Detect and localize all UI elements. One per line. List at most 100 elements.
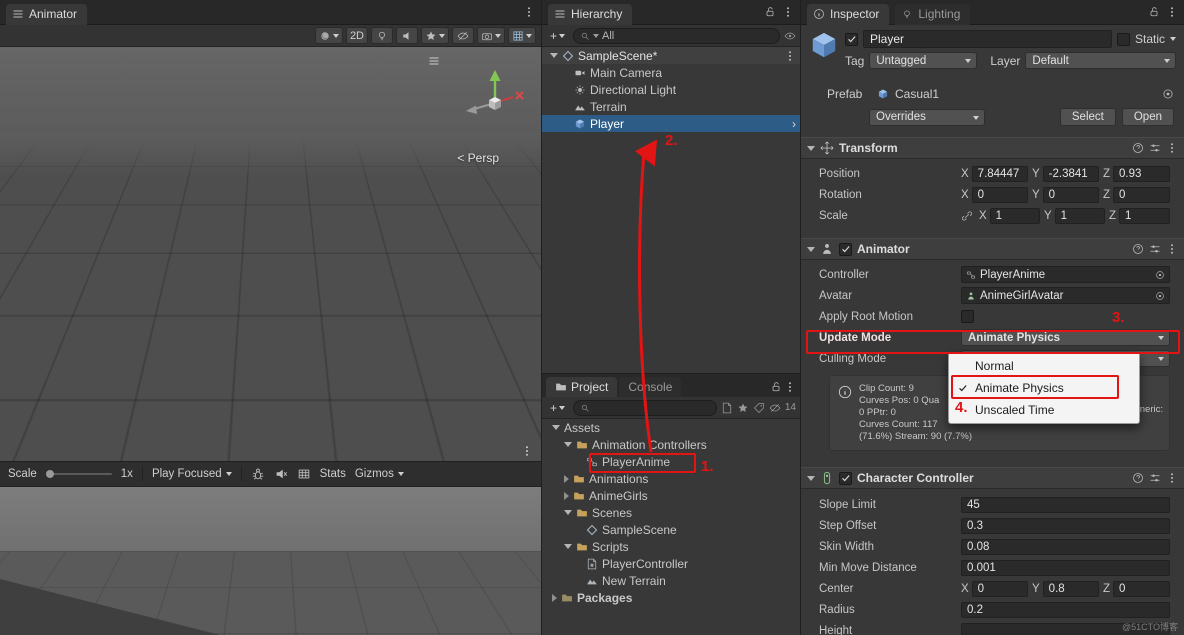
presets-icon[interactable]	[1149, 142, 1161, 154]
project-item-new-terrain[interactable]: New Terrain	[542, 572, 800, 589]
character-controller-header[interactable]: Character Controller	[801, 467, 1184, 489]
rotation-y-field[interactable]: 0	[1043, 187, 1099, 203]
center-x-field[interactable]: 0	[972, 581, 1028, 597]
kebab-menu-icon[interactable]	[523, 6, 535, 18]
scale-x-field[interactable]: 1	[990, 208, 1040, 224]
tag-dropdown[interactable]: Untagged	[869, 52, 977, 69]
static-dropdown-caret[interactable]	[1170, 37, 1176, 41]
layer-dropdown[interactable]: Default	[1025, 52, 1176, 69]
vsync-grid-icon[interactable]	[297, 467, 311, 481]
update-mode-dropdown[interactable]: Animate Physics	[961, 329, 1170, 346]
position-x-field[interactable]: 7.84447	[972, 166, 1028, 182]
min-move-distance-field[interactable]: 0.001	[961, 560, 1170, 576]
dropdown-item-unscaled-time[interactable]: Unscaled Time	[949, 399, 1139, 421]
project-item-packages[interactable]: Packages	[542, 589, 800, 606]
animator-enabled-checkbox[interactable]	[839, 243, 852, 256]
hierarchy-item-directional-light[interactable]: Directional Light	[542, 81, 800, 98]
animator-header[interactable]: Animator	[801, 238, 1184, 260]
2d-toggle-button[interactable]: 2D	[346, 27, 368, 44]
foldout-icon[interactable]	[807, 247, 815, 252]
position-y-field[interactable]: -2.3841	[1043, 166, 1099, 182]
effects-dropdown-button[interactable]	[421, 27, 449, 44]
stats-button[interactable]: Stats	[320, 468, 346, 480]
scale-y-field[interactable]: 1	[1055, 208, 1105, 224]
hierarchy-item-terrain[interactable]: Terrain	[542, 98, 800, 115]
rotation-x-field[interactable]: 0	[972, 187, 1028, 203]
object-picker-icon[interactable]	[1155, 270, 1165, 280]
scene-orientation-gizmo[interactable]	[463, 67, 527, 131]
help-icon[interactable]	[1132, 472, 1144, 484]
active-checkbox[interactable]	[845, 33, 858, 46]
project-item-scripts[interactable]: Scripts	[542, 538, 800, 555]
link-icon[interactable]	[961, 210, 973, 222]
kebab-menu-icon[interactable]	[1166, 6, 1178, 18]
lock-icon[interactable]	[1148, 6, 1160, 18]
debug-bug-icon[interactable]	[251, 467, 265, 481]
prefab-name[interactable]: Casual1	[895, 87, 939, 101]
foldout-icon[interactable]	[564, 510, 572, 515]
tab-lighting[interactable]: Lighting	[895, 4, 970, 25]
select-button[interactable]: Select	[1060, 108, 1116, 126]
foldout-icon[interactable]	[807, 476, 815, 481]
tab-inspector[interactable]: Inspector	[807, 4, 889, 25]
foldout-icon[interactable]	[552, 594, 557, 602]
foldout-icon[interactable]	[552, 425, 560, 430]
overrides-dropdown[interactable]: Overrides	[869, 109, 985, 126]
move-gizmo-x-axis[interactable]	[96, 363, 206, 377]
scene-row[interactable]: SampleScene*	[542, 47, 800, 64]
favorite-star-icon[interactable]	[737, 402, 749, 414]
step-offset-field[interactable]: 0.3	[961, 518, 1170, 534]
project-item-playeranime[interactable]: PlayerAnime	[542, 453, 800, 470]
dropdown-item-animate-physics[interactable]: Animate Physics	[949, 377, 1139, 399]
open-button[interactable]: Open	[1122, 108, 1174, 126]
scene-kebab-icon[interactable]	[521, 445, 533, 457]
kebab-menu-icon[interactable]	[1166, 243, 1178, 255]
avatar-object-field[interactable]: AnimeGirlAvatar	[961, 287, 1170, 304]
center-y-field[interactable]: 0.8	[1043, 581, 1099, 597]
lock-icon[interactable]	[770, 381, 782, 393]
help-icon[interactable]	[1132, 142, 1144, 154]
position-z-field[interactable]: 0.93	[1113, 166, 1170, 182]
hierarchy-item-player[interactable]: Player ›	[542, 115, 800, 132]
scene-viewport[interactable]: < Persp	[0, 47, 541, 462]
draw-mode-button[interactable]	[315, 27, 343, 44]
static-checkbox[interactable]	[1117, 33, 1130, 46]
object-picker-icon[interactable]	[1155, 291, 1165, 301]
tab-console[interactable]: Console	[619, 377, 681, 397]
help-icon[interactable]	[1132, 243, 1144, 255]
gameobject-name-field[interactable]: Player	[863, 30, 1112, 48]
scene-overlay-menu-icon[interactable]	[428, 55, 440, 67]
project-item-assets[interactable]: Assets	[542, 419, 800, 436]
scale-slider-knob[interactable]	[46, 470, 54, 478]
foldout-icon[interactable]	[807, 146, 815, 151]
scene-picker-icon[interactable]	[784, 30, 796, 42]
object-picker-icon[interactable]	[1162, 88, 1174, 100]
presets-icon[interactable]	[1149, 243, 1161, 255]
foldout-icon[interactable]	[564, 544, 572, 549]
visibility-toggle-button[interactable]	[452, 27, 474, 44]
mute-audio-icon[interactable]	[274, 467, 288, 481]
presets-icon[interactable]	[1149, 472, 1161, 484]
foldout-icon[interactable]	[564, 492, 569, 500]
tab-project[interactable]: Project	[546, 377, 617, 397]
center-z-field[interactable]: 0	[1113, 581, 1170, 597]
label-tag-icon[interactable]	[753, 402, 765, 414]
radius-field[interactable]: 0.2	[961, 602, 1170, 618]
prefab-open-chevron[interactable]: ›	[792, 117, 796, 131]
kebab-menu-icon[interactable]	[1166, 142, 1178, 154]
persp-label[interactable]: < Persp	[457, 151, 499, 165]
create-asset-button[interactable]: +	[546, 401, 569, 415]
kebab-menu-icon[interactable]	[1166, 472, 1178, 484]
audio-toggle-button[interactable]	[396, 27, 418, 44]
scale-slider[interactable]	[46, 473, 112, 475]
slope-limit-field[interactable]: 45	[961, 497, 1170, 513]
hierarchy-item-main-camera[interactable]: Main Camera	[542, 64, 800, 81]
project-search-field[interactable]	[573, 400, 717, 416]
project-item-animation-controllers[interactable]: Animation Controllers	[542, 436, 800, 453]
skin-width-field[interactable]: 0.08	[961, 539, 1170, 555]
project-item-animations[interactable]: Animations	[542, 470, 800, 487]
kebab-menu-icon[interactable]	[782, 6, 794, 18]
hidden-count-eye-icon[interactable]	[769, 402, 781, 414]
grid-dropdown-button[interactable]	[508, 27, 536, 44]
lock-icon[interactable]	[764, 6, 776, 18]
